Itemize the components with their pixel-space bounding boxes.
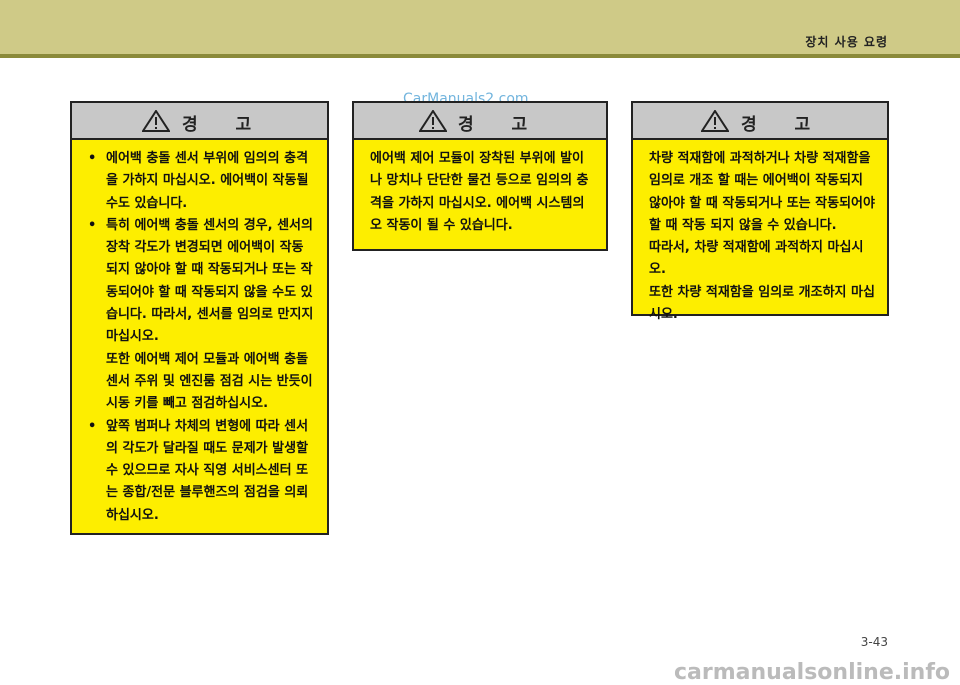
warning-icon bbox=[142, 110, 170, 132]
header-divider bbox=[0, 54, 960, 58]
warning-header: 경 고 bbox=[72, 103, 327, 140]
list-item: 에어백 충돌 센서 부위에 임의의 충격을 가하지 마십시오. 에어백이 작동될… bbox=[88, 148, 315, 215]
paragraph: 에어백 제어 모듈이 장착된 부위에 발이나 망치나 단단한 물건 등으로 임의… bbox=[370, 151, 589, 233]
paragraph: 따라서, 차량 적재함에 과적하지 마십시오. bbox=[649, 240, 864, 278]
warning-title: 경 고 bbox=[458, 115, 544, 135]
warning-content: 에어백 제어 모듈이 장착된 부위에 발이나 망치나 단단한 물건 등으로 임의… bbox=[354, 140, 606, 237]
paragraph: 또한 차량 적재함을 임의로 개조하지 마십시오. bbox=[649, 284, 875, 323]
paragraph: 차량 적재함에 과적하거나 차량 적재함을 임의로 개조 할 때는 에어백이 작… bbox=[649, 151, 875, 233]
warning-header: 경 고 bbox=[633, 103, 887, 140]
section-title: 장치 사용 요령 bbox=[805, 35, 888, 49]
footer-watermark: carmanualsonline.info bbox=[674, 660, 950, 685]
warning-title: 경 고 bbox=[741, 115, 827, 135]
warning-box-3: 경 고 차량 적재함에 과적하거나 차량 적재함을 임의로 개조 할 때는 에어… bbox=[631, 101, 889, 322]
warning-content: 에어백 충돌 센서 부위에 임의의 충격을 가하지 마십시오. 에어백이 작동될… bbox=[72, 140, 327, 527]
warning-title: 경 고 bbox=[182, 115, 268, 135]
warning-content: 차량 적재함에 과적하거나 차량 적재함을 임의로 개조 할 때는 에어백이 작… bbox=[633, 140, 887, 326]
page-number: 3-43 bbox=[860, 635, 888, 649]
warning-box-2: 경 고 에어백 제어 모듈이 장착된 부위에 발이나 망치나 단단한 물건 등으… bbox=[352, 101, 608, 251]
warning-icon bbox=[701, 110, 729, 132]
warning-header: 경 고 bbox=[354, 103, 606, 140]
list-item: 앞쪽 범퍼나 차체의 변형에 따라 센서의 각도가 달라질 때도 문제가 발생할… bbox=[88, 416, 315, 527]
paragraph: 또한 에어백 제어 모듈과 에어백 충돌 센서 주위 및 엔진룸 점검 시는 반… bbox=[106, 351, 313, 412]
warning-icon bbox=[419, 110, 447, 132]
list-item: 특히 에어백 충돌 센서의 경우, 센서의 장착 각도가 변경되면 에어백이 작… bbox=[88, 215, 315, 349]
warning-box-1: 경 고 에어백 충돌 센서 부위에 임의의 충격을 가하지 마십시오. 에어백이… bbox=[70, 101, 329, 535]
